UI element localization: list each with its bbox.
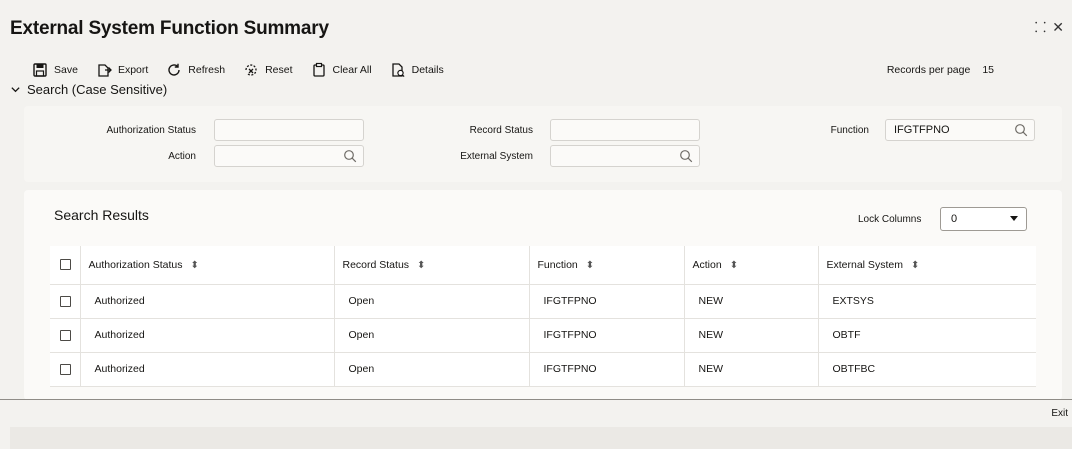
- export-icon: [98, 64, 112, 77]
- row-select-cell: [50, 284, 81, 319]
- select-all-checkbox[interactable]: [60, 259, 71, 271]
- function-value: IFGTFPNO: [894, 124, 950, 136]
- clear-all-button[interactable]: Clear All: [311, 62, 372, 78]
- sort-icon[interactable]: ⬍: [190, 260, 198, 271]
- details-icon: [391, 63, 405, 78]
- window-controls: ⸬ ✕: [1035, 20, 1064, 34]
- table-cell: OBTFBC: [818, 352, 1036, 387]
- record-status-input[interactable]: [550, 119, 700, 141]
- refresh-label: Refresh: [188, 64, 226, 76]
- table-cell: Authorized: [80, 352, 335, 387]
- export-button[interactable]: Export: [96, 62, 148, 78]
- table-cell: NEW: [684, 284, 819, 319]
- column-header-function[interactable]: Function ⬍: [529, 246, 685, 285]
- records-per-page-value[interactable]: 15: [982, 64, 994, 76]
- records-per-page: Records per page 15: [887, 64, 994, 76]
- clear-all-icon: [312, 62, 325, 77]
- footer: Exit: [0, 400, 1072, 449]
- table-cell: IFGTFPNO: [529, 352, 685, 387]
- column-header-label: Authorization Status: [88, 258, 183, 271]
- row-select-cell: [50, 318, 81, 353]
- table-cell: Open: [334, 352, 530, 387]
- column-header-external-system[interactable]: External System ⬍: [818, 246, 1036, 285]
- results-table: Authorization Status ⬍ Record Status ⬍ Fun…: [50, 246, 1036, 387]
- row-checkbox[interactable]: [60, 295, 71, 307]
- chevron-down-icon: [11, 87, 20, 93]
- table-cell: NEW: [684, 318, 819, 353]
- function-label: Function: [830, 125, 869, 136]
- details-label: Details: [411, 64, 444, 76]
- search-icon[interactable]: [1014, 123, 1028, 137]
- column-header-action[interactable]: Action ⬍: [684, 246, 819, 285]
- save-icon: [33, 63, 47, 77]
- table-cell: IFGTFPNO: [529, 318, 685, 353]
- caret-down-icon: [1010, 216, 1018, 221]
- column-header-label: External System: [826, 258, 903, 271]
- column-header-record-status[interactable]: Record Status ⬍: [334, 246, 530, 285]
- sort-icon[interactable]: ⬍: [911, 260, 919, 271]
- authorization-status-input[interactable]: [214, 119, 364, 141]
- external-system-input[interactable]: [550, 145, 700, 167]
- lock-columns-label: Lock Columns: [858, 214, 922, 225]
- refresh-button[interactable]: Refresh: [166, 62, 225, 78]
- toolbar: Save Export Refresh Reset Clear All Deta…: [32, 62, 444, 78]
- search-panel: Authorization Status Record Status Funct…: [24, 106, 1062, 182]
- table-cell: IFGTFPNO: [529, 284, 685, 319]
- row-select-cell: [50, 352, 81, 387]
- column-header-label: Action: [692, 258, 722, 271]
- details-button[interactable]: Details: [390, 62, 444, 78]
- row-checkbox[interactable]: [60, 363, 71, 375]
- table-header-row: Authorization Status ⬍ Record Status ⬍ Fun…: [50, 246, 1036, 285]
- lock-columns-select[interactable]: 0: [940, 207, 1027, 231]
- records-per-page-label: Records per page: [886, 64, 971, 76]
- table-row[interactable]: Authorized Open IFGTFPNO NEW EXTSYS: [50, 284, 1036, 319]
- table-cell: Authorized: [80, 284, 335, 319]
- save-label: Save: [54, 64, 78, 76]
- reset-label: Reset: [265, 64, 293, 76]
- column-header-label: Record Status: [342, 258, 410, 271]
- table-row[interactable]: Authorized Open IFGTFPNO NEW OBTFBC: [50, 352, 1036, 387]
- search-results-panel: Search Results Lock Columns 0 Authorizat…: [24, 190, 1062, 400]
- search-results-title: Search Results: [54, 207, 149, 223]
- sort-icon[interactable]: ⬍: [417, 260, 425, 271]
- table-cell: NEW: [684, 352, 819, 387]
- refresh-icon: [168, 63, 180, 76]
- search-toggle-label: Search (Case Sensitive): [27, 82, 168, 97]
- select-all-cell: [50, 246, 81, 285]
- action-label: Action: [168, 151, 196, 162]
- search-toggle[interactable]: Search (Case Sensitive): [10, 82, 167, 97]
- footer-band: [10, 427, 1072, 449]
- export-label: Export: [117, 64, 149, 76]
- clear-all-label: Clear All: [332, 64, 372, 76]
- minimize-icon[interactable]: ⸬: [1035, 20, 1047, 34]
- sort-icon[interactable]: ⬍: [730, 260, 738, 271]
- function-input[interactable]: IFGTFPNO: [885, 119, 1035, 141]
- reset-button[interactable]: Reset: [243, 62, 293, 78]
- action-input[interactable]: [214, 145, 364, 167]
- row-checkbox[interactable]: [60, 329, 71, 341]
- column-header-label: Function: [537, 258, 578, 271]
- lock-columns-value: 0: [951, 213, 958, 225]
- column-header-authorization-status[interactable]: Authorization Status ⬍: [80, 246, 335, 285]
- close-icon[interactable]: ✕: [1052, 20, 1064, 34]
- authorization-status-label: Authorization Status: [106, 125, 197, 136]
- table-cell: OBTF: [818, 318, 1036, 353]
- table-cell: Open: [334, 284, 530, 319]
- save-button[interactable]: Save: [32, 62, 78, 78]
- title-bar: External System Function Summary ⸬ ✕: [0, 0, 1072, 52]
- reset-icon: [245, 64, 257, 76]
- sort-icon[interactable]: ⬍: [586, 260, 594, 271]
- search-icon[interactable]: [679, 149, 693, 163]
- exit-button[interactable]: Exit: [1051, 408, 1068, 419]
- external-system-label: External System: [460, 151, 533, 162]
- page-title: External System Function Summary: [10, 18, 329, 39]
- record-status-label: Record Status: [469, 125, 533, 136]
- table-cell: Authorized: [80, 318, 335, 353]
- search-icon[interactable]: [343, 149, 357, 163]
- table-cell: Open: [334, 318, 530, 353]
- table-cell: EXTSYS: [818, 284, 1036, 319]
- table-row[interactable]: Authorized Open IFGTFPNO NEW OBTF: [50, 318, 1036, 353]
